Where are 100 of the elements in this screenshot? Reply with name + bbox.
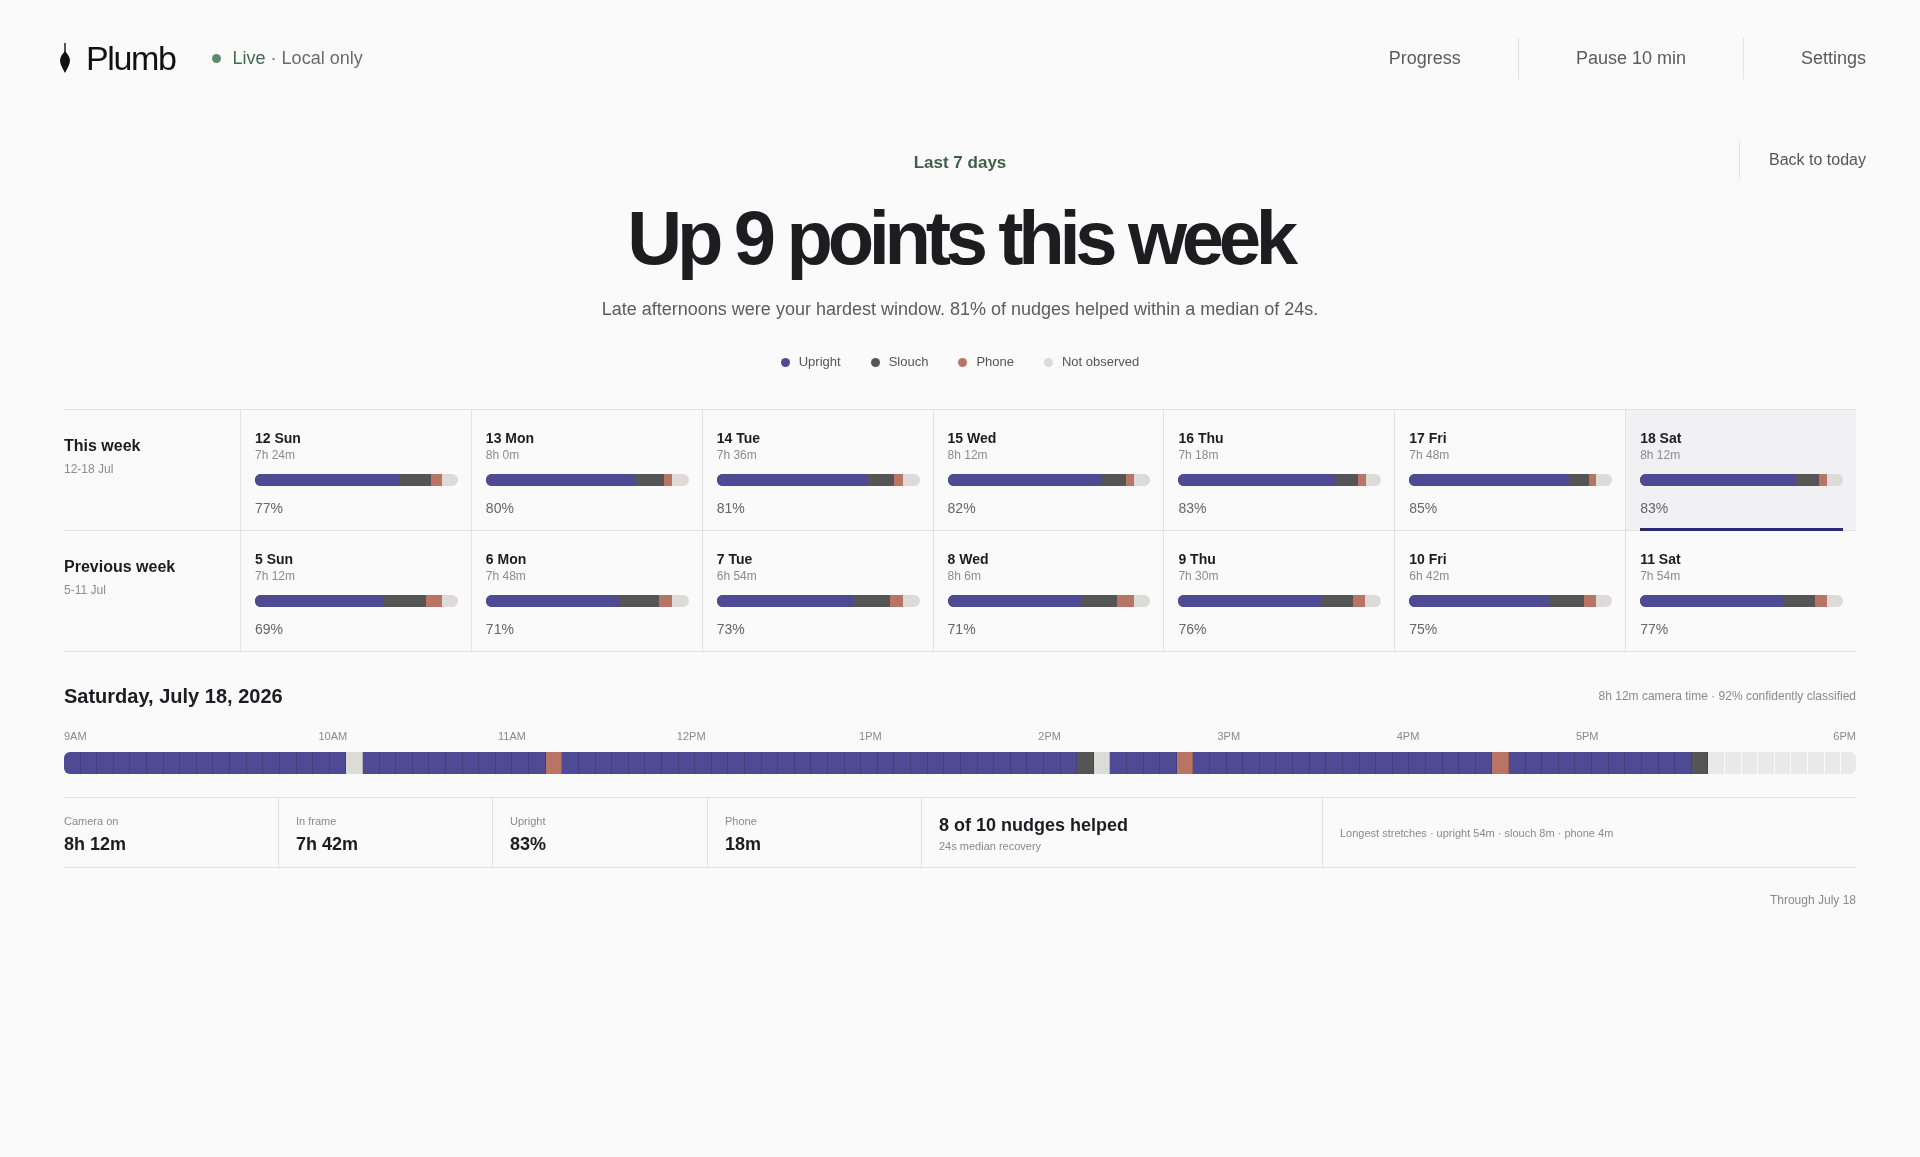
day-tile[interactable]: 12 Sun 7h 24m 77% (240, 410, 471, 530)
stretches-note: Longest stretches · upright 54m · slouch 8m · phone 4m (1340, 825, 1614, 840)
back-to-today-button[interactable]: Back to today (1739, 141, 1866, 179)
day-duration: 6h 54m (716, 568, 757, 584)
day-label: 12 Sun (255, 429, 301, 447)
timeline-block (1160, 752, 1177, 774)
day-duration: 8h 12m (1640, 447, 1681, 463)
timeline-block (529, 752, 546, 774)
week-range: 12-18 Jul (64, 461, 114, 477)
timeline-block (1193, 752, 1211, 774)
hour-label: 2PM (1038, 729, 1061, 743)
day-tile[interactable]: 11 Sat 7h 54m 77% (1625, 531, 1856, 651)
day-label: 17 Fri (1409, 429, 1447, 447)
day-caption: 8h 12m camera time · 92% confidently classified (1598, 688, 1856, 704)
upright-percent: 83% (1178, 499, 1207, 517)
day-tile[interactable]: 10 Fri 6h 42m 75% (1394, 531, 1626, 651)
app-name: Plumb (86, 41, 176, 75)
timeline-block (728, 752, 745, 774)
day-tile[interactable]: 6 Mon 7h 48m 71% (470, 531, 702, 651)
nudges-summary: 8 of 10 nudges helped (939, 814, 1129, 836)
timeline-block (1243, 752, 1260, 774)
upright-percent: 73% (716, 620, 745, 638)
upright-percent: 85% (1409, 499, 1438, 517)
day-label: 13 Mon (485, 429, 535, 447)
day-duration: 7h 24m (255, 447, 296, 463)
status-label: Live (232, 46, 266, 70)
timeline-block (1276, 752, 1294, 774)
timeline-block (429, 752, 446, 774)
hour-label: 12PM (676, 729, 706, 743)
timeline-block (147, 752, 164, 774)
day-tile[interactable]: 8 Wed 8h 6m 71% (932, 531, 1164, 651)
day-tile[interactable]: 7 Tue 6h 54m 73% (701, 531, 933, 651)
through-date: Through July 18 (1769, 892, 1856, 908)
timeline-block (230, 752, 247, 774)
stat-label: Phone (725, 814, 757, 828)
day-tile[interactable]: 14 Tue 7h 36m 81% (701, 410, 933, 530)
upright-percent: 75% (1409, 620, 1438, 638)
stat-label: In frame (296, 814, 337, 828)
week-label: This week (64, 436, 141, 456)
timeline-block (180, 752, 197, 774)
timeline-block (1708, 752, 1725, 774)
timeline-block (1027, 752, 1044, 774)
day-tile[interactable]: 5 Sun 7h 12m 69% (240, 531, 471, 651)
upright-percent: 77% (1640, 620, 1669, 638)
upright-percent: 83% (1640, 499, 1669, 517)
timeline-block (1675, 752, 1692, 774)
timeline-block (944, 752, 961, 774)
timeline-block (1077, 752, 1094, 774)
timeline-block (1326, 752, 1343, 774)
stat-value: 7h 42m (296, 833, 359, 855)
timeline-block (1592, 752, 1609, 774)
nudges-detail: 24s median recovery (939, 839, 1042, 853)
day-label: 14 Tue (716, 429, 760, 447)
upright-percent: 81% (716, 499, 745, 517)
upright-percent: 69% (255, 620, 284, 638)
legend-label: Slouch (888, 353, 929, 371)
timeline-block (811, 752, 829, 774)
timeline-block (994, 752, 1011, 774)
day-tile[interactable]: 18 Sat 8h 12m 83% (1625, 410, 1856, 530)
plumb-bob-icon (58, 43, 72, 73)
upright-percent: 71% (485, 620, 514, 638)
day-label: 18 Sat (1640, 429, 1682, 447)
week-range: 5-11 Jul (64, 582, 106, 598)
timeline-block (446, 752, 463, 774)
day-tile[interactable]: 16 Thu 7h 18m 83% (1163, 410, 1395, 530)
day-tile[interactable]: 15 Wed 8h 12m 82% (932, 410, 1164, 530)
legend-label: Phone (976, 353, 1014, 371)
day-duration: 8h 0m (485, 447, 520, 463)
timeline-block (612, 752, 629, 774)
day-duration: 7h 12m (255, 568, 296, 584)
status-dot-icon (211, 53, 221, 63)
day-label: 11 Sat (1640, 550, 1681, 568)
day-label: 7 Tue (716, 550, 753, 568)
legend-label: Not observed (1061, 353, 1140, 371)
timeline-block (130, 752, 148, 774)
day-tile[interactable]: 13 Mon 8h 0m 80% (470, 410, 702, 530)
period-label: Last 7 days (913, 152, 1007, 174)
day-duration: 7h 36m (716, 447, 757, 463)
day-tile[interactable]: 9 Thu 7h 30m 76% (1163, 531, 1395, 651)
day-duration: 8h 12m (947, 447, 988, 463)
status-note: · Local only (270, 46, 363, 70)
timeline-block (1542, 752, 1559, 774)
nav-link[interactable]: Progress (1331, 37, 1518, 79)
upright-percent: 80% (485, 499, 514, 517)
day-label: 10 Fri (1409, 550, 1447, 568)
day-tile[interactable]: 17 Fri 7h 48m 85% (1394, 410, 1626, 530)
hour-label: 1PM (859, 729, 882, 743)
timeline-block (1509, 752, 1526, 774)
upright-percent: 82% (947, 499, 976, 517)
timeline-block (1127, 752, 1144, 774)
timeline-block (1459, 752, 1476, 774)
nav-link[interactable]: Pause 10 min (1517, 37, 1743, 79)
nav-link[interactable]: Settings (1742, 37, 1866, 79)
timeline-block (828, 752, 845, 774)
day-label: 16 Thu (1178, 429, 1224, 447)
hour-label: 11AM (498, 729, 526, 743)
timeline-block (213, 752, 231, 774)
day-label: 8 Wed (947, 550, 989, 568)
day-duration: 7h 18m (1178, 447, 1219, 463)
hour-label: 5PM (1575, 729, 1599, 743)
